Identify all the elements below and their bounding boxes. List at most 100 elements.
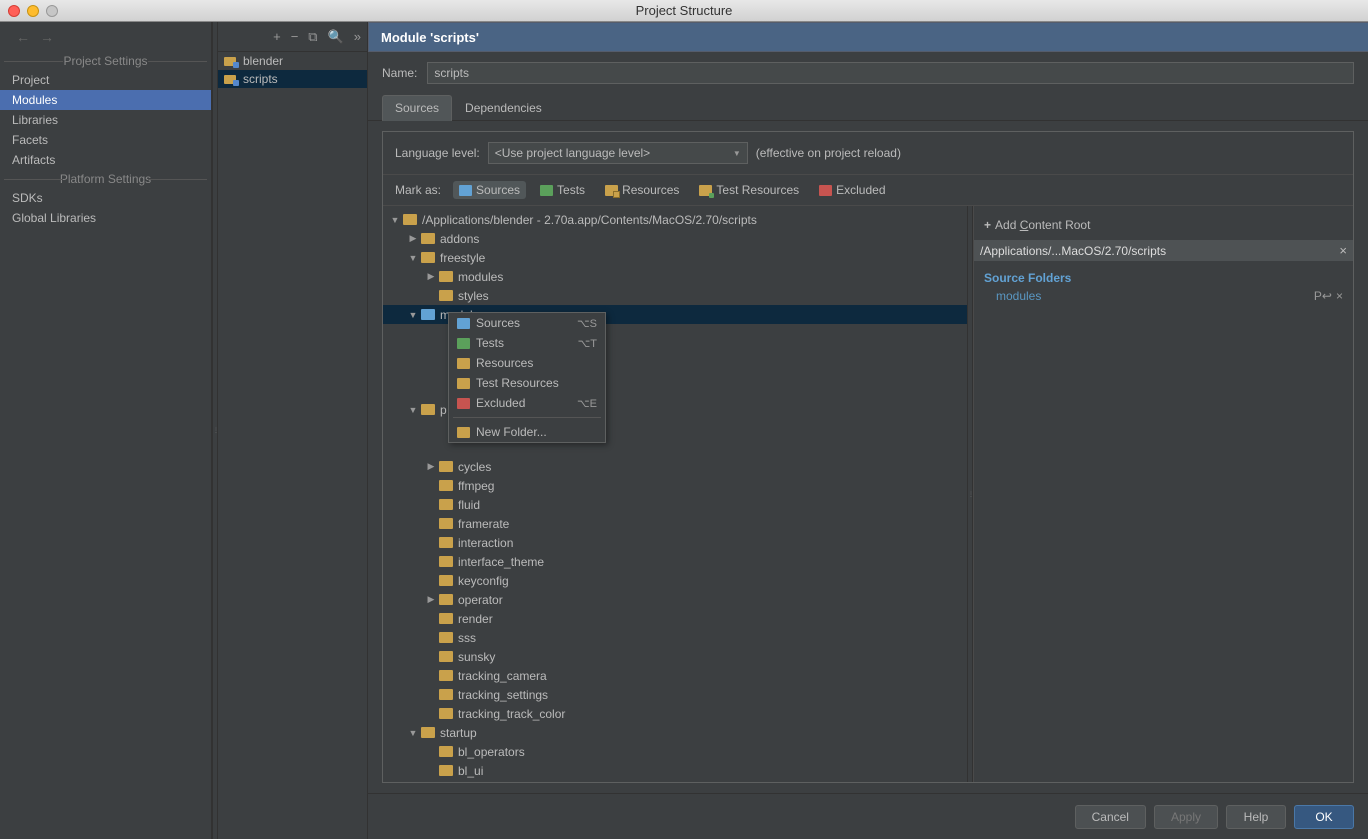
mark-tests-button[interactable]: Tests — [534, 181, 591, 199]
source-folder-item[interactable]: modules P↩ × — [984, 287, 1343, 305]
tree-node[interactable]: render — [383, 609, 967, 628]
tree-node[interactable]: bl_operators — [383, 742, 967, 761]
tree-node[interactable]: freestyle — [383, 248, 967, 267]
mark-sources-button[interactable]: Sources — [453, 181, 526, 199]
expand-arrow-icon[interactable] — [425, 461, 437, 472]
context-menu-label: Sources — [476, 316, 520, 330]
sidebar-item-facets[interactable]: Facets — [0, 130, 211, 150]
tree-node[interactable]: tracking_track_color — [383, 704, 967, 723]
expand-arrow-icon[interactable] — [425, 271, 437, 282]
content-root-path[interactable]: /Applications/...MacOS/2.70/scripts × — [974, 240, 1353, 261]
sidebar-item-sdks[interactable]: SDKs — [0, 188, 211, 208]
tab-dependencies[interactable]: Dependencies — [452, 95, 555, 121]
tree-label: operator — [458, 593, 503, 607]
context-menu-item-excluded[interactable]: Excluded ⌥E — [449, 393, 605, 413]
tree-node[interactable]: sss — [383, 628, 967, 647]
folder-icon — [421, 309, 435, 320]
tree-node[interactable]: addons — [383, 229, 967, 248]
cancel-button[interactable]: Cancel — [1075, 805, 1146, 829]
tree-label: ffmpeg — [458, 479, 494, 493]
folder-icon — [439, 461, 453, 472]
language-level-value: <Use project language level> — [495, 146, 650, 160]
tree-node[interactable]: framerate — [383, 514, 967, 533]
tree-node[interactable]: ffmpeg — [383, 476, 967, 495]
folder-icon — [439, 651, 453, 662]
more-toolbar-icon[interactable]: » — [354, 29, 361, 44]
minimize-window-button[interactable] — [27, 5, 39, 17]
copy-module-icon[interactable]: ⧉ — [308, 29, 317, 45]
add-content-root-button[interactable]: + Add Content Root — [984, 214, 1343, 236]
mark-test-resources-button[interactable]: Test Resources — [693, 181, 805, 199]
expand-arrow-icon[interactable] — [425, 594, 437, 605]
tab-sources[interactable]: Sources — [382, 95, 452, 121]
mark-excluded-button[interactable]: Excluded — [813, 181, 891, 199]
sidebar-item-modules[interactable]: Modules — [0, 90, 211, 110]
expand-arrow-icon[interactable] — [407, 310, 419, 320]
folder-icon — [439, 765, 453, 776]
context-menu-label: New Folder... — [476, 425, 547, 439]
sources-icon — [457, 318, 470, 329]
tree-node[interactable]: cycles — [383, 457, 967, 476]
search-module-icon[interactable]: 🔍 — [328, 29, 344, 45]
tree-node[interactable]: bl_ui — [383, 761, 967, 780]
help-button[interactable]: Help — [1226, 805, 1286, 829]
tree-label: freestyle — [440, 251, 485, 265]
tree-node[interactable]: sunsky — [383, 647, 967, 666]
tree-node[interactable]: fluid — [383, 495, 967, 514]
apply-button[interactable]: Apply — [1154, 805, 1218, 829]
module-name-input[interactable] — [427, 62, 1354, 84]
tree-node[interactable]: interface_theme — [383, 552, 967, 571]
add-module-icon[interactable]: + — [273, 29, 281, 44]
expand-arrow-icon[interactable] — [407, 405, 419, 415]
language-level-label: Language level: — [395, 146, 480, 160]
context-menu-label: Excluded — [476, 396, 525, 410]
expand-arrow-icon[interactable] — [407, 728, 419, 738]
remove-module-icon[interactable]: − — [291, 29, 299, 44]
context-menu-item-tests[interactable]: Tests⌥T — [449, 333, 605, 353]
mark-resources-button[interactable]: Resources — [599, 181, 685, 199]
tree-node[interactable]: interaction — [383, 533, 967, 552]
nav-forward-icon[interactable]: → — [40, 29, 54, 45]
language-level-select[interactable]: <Use project language level> — [488, 142, 748, 164]
remove-content-root-icon[interactable]: × — [1339, 243, 1347, 258]
context-menu-shortcut: ⌥E — [577, 397, 597, 410]
sources-tab-content: Language level: <Use project language le… — [382, 131, 1354, 783]
sidebar-item-global-libraries[interactable]: Global Libraries — [0, 208, 211, 228]
sidebar-item-project[interactable]: Project — [0, 70, 211, 90]
context-menu-item-new-folder-[interactable]: New Folder... — [449, 422, 605, 442]
context-menu-item-resources[interactable]: Resources — [449, 353, 605, 373]
tree-node[interactable]: tracking_camera — [383, 666, 967, 685]
context-menu-item-sources[interactable]: Sources ⌥S — [449, 313, 605, 333]
content-tree[interactable]: /Applications/blender - 2.70a.app/Conten… — [383, 206, 967, 782]
sidebar-item-artifacts[interactable]: Artifacts — [0, 150, 211, 170]
context-menu-shortcut: ⌥S — [577, 317, 597, 330]
excluded-icon — [457, 398, 470, 409]
tree-node[interactable]: styles — [383, 286, 967, 305]
expand-arrow-icon[interactable] — [407, 233, 419, 244]
tree-node[interactable]: keyconfig — [383, 571, 967, 590]
module-item-scripts[interactable]: scripts — [218, 70, 367, 88]
close-window-button[interactable] — [8, 5, 20, 17]
tree-node[interactable]: operator — [383, 590, 967, 609]
ok-button[interactable]: OK — [1294, 805, 1354, 829]
module-item-blender[interactable]: blender — [218, 52, 367, 70]
platform-settings-header: Platform Settings — [0, 170, 211, 188]
mark-as-toolbar: Mark as: Sources Tests Resources Test Re… — [383, 174, 1353, 206]
source-folders-heading: Source Folders — [984, 265, 1343, 287]
module-label: scripts — [243, 72, 278, 86]
nav-back-icon[interactable]: ← — [16, 29, 30, 45]
package-prefix-icon[interactable]: P↩ — [1314, 289, 1332, 303]
sidebar-item-libraries[interactable]: Libraries — [0, 110, 211, 130]
tree-info-split: /Applications/blender - 2.70a.app/Conten… — [383, 206, 1353, 782]
expand-arrow-icon[interactable] — [389, 215, 401, 225]
zoom-window-button[interactable] — [46, 5, 58, 17]
tree-label: tracking_camera — [458, 669, 547, 683]
context-menu-item-test-resources[interactable]: Test Resources — [449, 373, 605, 393]
tree-node[interactable]: modules — [383, 267, 967, 286]
unmark-source-icon[interactable]: × — [1336, 289, 1343, 303]
expand-arrow-icon[interactable] — [407, 253, 419, 263]
resources-folder-icon — [605, 185, 618, 196]
tree-node[interactable]: tracking_settings — [383, 685, 967, 704]
tree-node[interactable]: startup — [383, 723, 967, 742]
tree-root[interactable]: /Applications/blender - 2.70a.app/Conten… — [383, 210, 967, 229]
